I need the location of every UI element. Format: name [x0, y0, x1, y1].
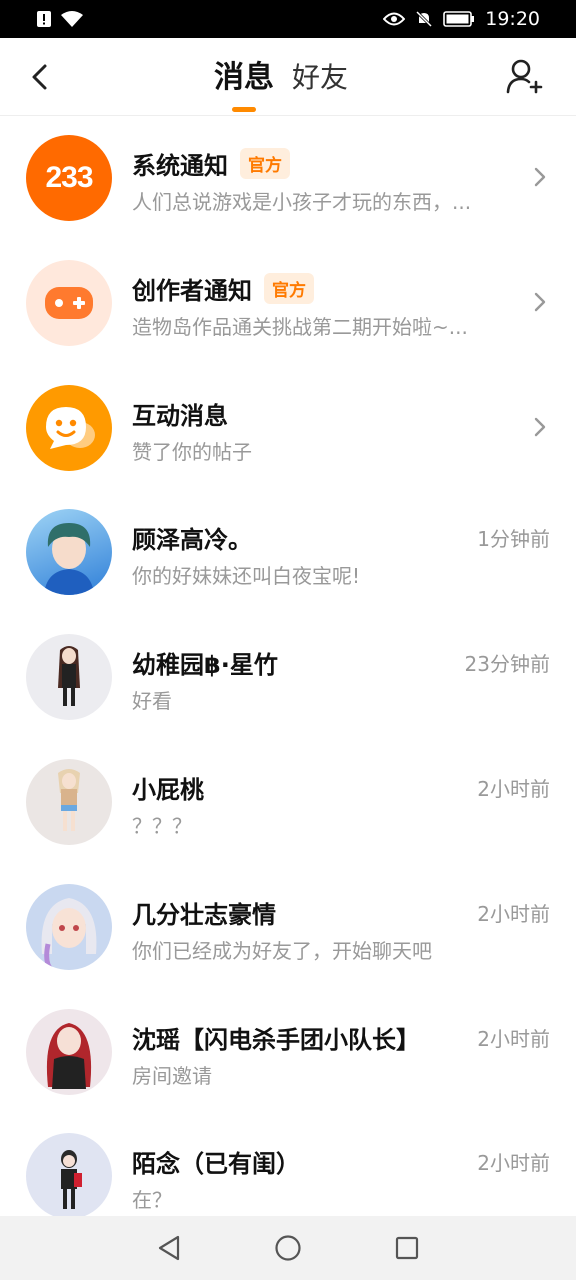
conversation-title: 系统通知 [132, 152, 228, 180]
message-time: 23分钟前 [464, 652, 550, 677]
nav-back-button[interactable] [149, 1228, 189, 1268]
avatar-creator [26, 259, 112, 346]
avatar-system: 233 [26, 135, 112, 221]
message-preview: 在？ [132, 1188, 172, 1213]
back-arrow-icon [32, 64, 47, 90]
list-item-chat[interactable]: 沈瑶【闪电杀手团小队长】 2小时前 房间邀请 [0, 990, 576, 1115]
official-badge: 官方 [264, 272, 314, 304]
message-time: 2小时前 [477, 776, 550, 801]
message-preview: 造物岛作品通关挑战第二期开始啦~... [132, 314, 468, 339]
conversation-title: 小屁桃 [132, 775, 204, 804]
avatar [26, 634, 112, 721]
list-item-chat[interactable]: 幼稚园฿·星竹 23分钟前 好看 [0, 615, 576, 740]
gamepad-icon [45, 286, 93, 319]
message-time: 2小时前 [477, 901, 550, 926]
conversation-title: 幼稚园฿·星竹 [132, 651, 278, 680]
conversation-title: 顾泽高冷。 [132, 526, 252, 555]
message-preview: 人们总说游戏是小孩子才玩的东西，... [132, 190, 472, 214]
message-time: 2小时前 [477, 1026, 550, 1051]
title-row: 陌念（已有闺） [132, 1144, 300, 1179]
chat-bubble-smile-icon [46, 406, 95, 449]
avatar-233-logo: 233 [45, 161, 93, 194]
title-row: 顾泽高冷。 [132, 520, 252, 555]
circle-home-icon [275, 1235, 301, 1261]
title-row: 系统通知 官方 [132, 146, 290, 181]
avatar [26, 758, 112, 845]
notification-alert-icon [37, 11, 51, 27]
chevron-right-icon [534, 167, 546, 187]
triangle-back-icon [159, 1235, 180, 1261]
tab-friends[interactable]: 好友 [292, 56, 348, 96]
character-avatar-icon [41, 897, 97, 970]
message-preview: 赞了你的帖子 [132, 439, 252, 464]
message-preview: ？？？ [132, 813, 192, 838]
message-preview: 你的好妹妹还叫白夜宝呢! [132, 564, 361, 589]
title-row: 几分壮志豪情 [132, 895, 276, 930]
status-time: 19:20 [485, 8, 540, 30]
tab-messages[interactable]: 消息 [214, 52, 274, 96]
chevron-right-icon [534, 417, 546, 436]
nav-home-button[interactable] [268, 1228, 308, 1268]
status-right: 19:20 [383, 8, 540, 30]
title-row: 小屁桃 [132, 770, 204, 805]
list-item-system-notice[interactable]: 233 系统通知 官方 人们总说游戏是小孩子才玩的东西，... [0, 116, 576, 241]
conversation-title: 创作者通知 [132, 276, 252, 305]
mute-bell-icon [416, 10, 433, 28]
status-bar: 19:20 [0, 0, 576, 38]
eye-icon [383, 12, 406, 26]
character-avatar-icon [46, 1022, 92, 1089]
message-list: 233 系统通知 官方 人们总说游戏是小孩子才玩的东西，... 创作者通知 官方… [0, 116, 576, 1239]
avatar [26, 509, 112, 596]
character-avatar-icon [61, 1150, 82, 1210]
official-badge: 官方 [240, 148, 290, 179]
message-time: 2小时前 [477, 1151, 550, 1176]
back-button[interactable] [22, 60, 56, 94]
message-preview: 你们已经成为好友了，开始聊天吧 [132, 938, 432, 963]
title-row: 创作者通知 官方 [132, 271, 314, 306]
title-row: 沈瑶【闪电杀手团小队长】 [132, 1020, 420, 1055]
avatar-interaction [26, 384, 112, 471]
wifi-icon [61, 11, 83, 27]
list-item-chat[interactable]: 顾泽高冷。 1分钟前 你的好妹妹还叫白夜宝呢! [0, 490, 576, 615]
status-left [36, 10, 84, 28]
add-friend-button[interactable] [506, 58, 544, 96]
title-row: 互动消息 [132, 396, 228, 431]
list-item-creator-notice[interactable]: 创作者通知 官方 造物岛作品通关挑战第二期开始啦~... [0, 241, 576, 366]
list-item-chat[interactable]: 小屁桃 2小时前 ？？？ [0, 740, 576, 865]
header: 消息 好友 [0, 38, 576, 116]
character-avatar-icon [44, 523, 94, 596]
list-item-interaction[interactable]: 互动消息 赞了你的帖子 [0, 366, 576, 491]
chevron-right-icon [534, 292, 546, 311]
title-row: 幼稚园฿·星竹 [132, 645, 278, 680]
square-recents-icon [395, 1236, 418, 1260]
avatar [26, 883, 112, 970]
add-user-icon [506, 59, 543, 94]
message-preview: 房间邀请 [132, 1063, 212, 1088]
conversation-title: 互动消息 [132, 401, 228, 430]
avatar [26, 1133, 112, 1220]
conversation-title: 沈瑶【闪电杀手团小队长】 [132, 1025, 420, 1054]
system-navigation-bar [0, 1216, 576, 1280]
message-preview: 好看 [132, 689, 172, 714]
tabs: 消息 好友 [214, 52, 348, 96]
nav-recents-button[interactable] [387, 1228, 427, 1268]
character-avatar-icon [58, 768, 80, 831]
battery-icon [443, 11, 475, 27]
character-avatar-icon [58, 646, 80, 707]
avatar [26, 1008, 112, 1095]
conversation-title: 几分壮志豪情 [132, 900, 276, 929]
list-item-chat[interactable]: 几分壮志豪情 2小时前 你们已经成为好友了，开始聊天吧 [0, 865, 576, 990]
message-time: 1分钟前 [477, 527, 550, 552]
conversation-title: 陌念（已有闺） [132, 1150, 300, 1179]
